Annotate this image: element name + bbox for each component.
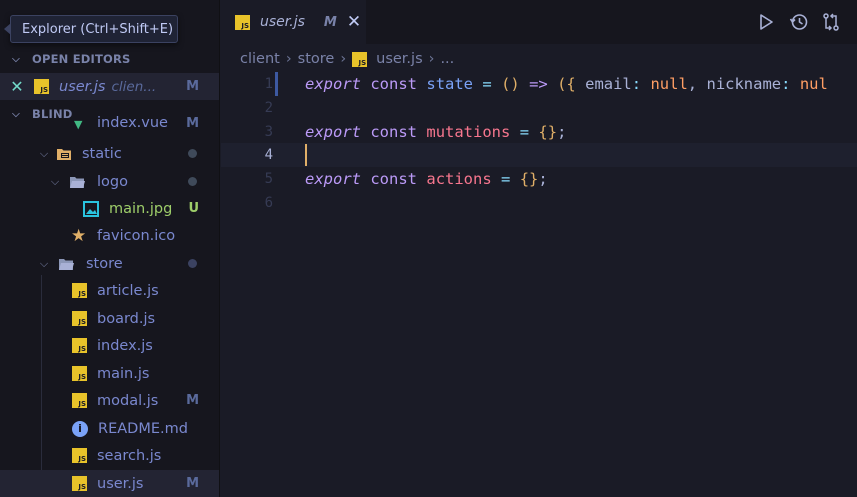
code-line[interactable]: 1 export const state = () => ({ email: n… bbox=[221, 72, 857, 96]
js-file-icon: JS bbox=[72, 311, 87, 326]
tree-item-index-js[interactable]: JS index.js bbox=[0, 332, 219, 359]
tree-item-main-jpg[interactable]: main.jpg U bbox=[0, 195, 219, 222]
tree-item-static[interactable]: ⌵ static bbox=[0, 140, 219, 167]
tree-item-favicon[interactable]: ★ favicon.ico bbox=[0, 222, 219, 249]
chevron-right-icon: › bbox=[285, 51, 292, 67]
tree-item-readme[interactable]: i README.md bbox=[0, 415, 219, 442]
code-line[interactable]: 3 export const mutations = {}; bbox=[221, 120, 857, 144]
js-file-icon: JS bbox=[72, 476, 87, 491]
js-file-icon: JS bbox=[72, 393, 87, 408]
chevron-right-icon: › bbox=[340, 51, 347, 67]
tree-item-modal-js[interactable]: JS modal.js M bbox=[0, 387, 219, 414]
breadcrumb-item-store[interactable]: store bbox=[298, 51, 335, 67]
git-status-dot bbox=[188, 259, 197, 268]
js-file-icon: JS bbox=[72, 448, 87, 463]
js-file-icon: JS bbox=[34, 79, 49, 94]
tree-item-store[interactable]: ⌵ store bbox=[0, 250, 219, 277]
tree-item-article-js[interactable]: JS article.js bbox=[0, 277, 219, 304]
breadcrumb-item-client[interactable]: client bbox=[240, 51, 280, 67]
tree-item-index-vue[interactable]: ▼ index.vue M bbox=[0, 113, 219, 135]
editor-area: JS user.js M ✕ client › store › JS user.… bbox=[221, 0, 857, 497]
chevron-down-icon: ⌵ bbox=[50, 174, 60, 188]
code-line-current[interactable]: 4 bbox=[221, 143, 857, 167]
code-line[interactable]: 6 bbox=[221, 191, 857, 215]
breadcrumb-item-symbols[interactable]: ... bbox=[440, 51, 454, 67]
js-file-icon: JS bbox=[72, 338, 87, 353]
js-file-icon: JS bbox=[352, 51, 368, 67]
tab-user-js[interactable]: JS user.js M ✕ bbox=[221, 0, 366, 44]
chevron-down-icon: ⌵ bbox=[39, 146, 49, 160]
tree-item-board-js[interactable]: JS board.js bbox=[0, 305, 219, 332]
js-file-icon: JS bbox=[72, 366, 87, 381]
tree-item-main-js[interactable]: JS main.js bbox=[0, 360, 219, 387]
tree-item-logo[interactable]: ⌵ logo bbox=[0, 168, 219, 195]
git-status-dot bbox=[188, 149, 197, 158]
js-file-icon: JS bbox=[72, 283, 87, 298]
open-editors-header[interactable]: ⌵ OPEN EDITORS bbox=[0, 48, 219, 70]
indent-guide bbox=[275, 72, 278, 96]
folder-open-icon bbox=[70, 176, 85, 188]
tab-bar: JS user.js M ✕ bbox=[221, 0, 857, 44]
code-line[interactable]: 2 bbox=[221, 96, 857, 120]
close-tab-icon[interactable]: ✕ bbox=[347, 12, 361, 32]
js-file-icon: JS bbox=[235, 14, 250, 30]
git-status-dot bbox=[188, 177, 197, 186]
chevron-right-icon: › bbox=[428, 51, 435, 67]
breadcrumb-item-file[interactable]: user.js bbox=[376, 51, 423, 67]
compare-icon[interactable] bbox=[821, 12, 841, 32]
chevron-down-icon: ⌵ bbox=[39, 256, 49, 270]
vue-file-icon: ▼ bbox=[74, 118, 83, 131]
chevron-down-icon: ⌵ bbox=[12, 53, 20, 65]
info-icon: i bbox=[72, 420, 88, 437]
close-icon[interactable]: ✕ bbox=[0, 77, 34, 96]
explorer-tooltip: Explorer (Ctrl+Shift+E) bbox=[4, 15, 178, 43]
run-icon[interactable] bbox=[756, 12, 776, 32]
open-editor-item[interactable]: ✕ JS user.js clien... M bbox=[0, 73, 219, 100]
star-icon: ★ bbox=[71, 225, 87, 246]
text-cursor bbox=[305, 144, 307, 166]
explorer-sidebar: ⌵ OPEN EDITORS ✕ JS user.js clien... M ⌵… bbox=[0, 0, 220, 497]
code-line[interactable]: 5 export const actions = {}; bbox=[221, 167, 857, 191]
folder-open-icon bbox=[57, 148, 71, 160]
history-icon[interactable] bbox=[789, 12, 809, 32]
folder-open-icon bbox=[59, 258, 74, 270]
tree-item-user-js[interactable]: JS user.js M bbox=[0, 470, 219, 497]
breadcrumb: client › store › JS user.js › ... bbox=[221, 44, 857, 74]
image-file-icon bbox=[83, 200, 99, 217]
tree-item-search-js[interactable]: JS search.js bbox=[0, 442, 219, 469]
